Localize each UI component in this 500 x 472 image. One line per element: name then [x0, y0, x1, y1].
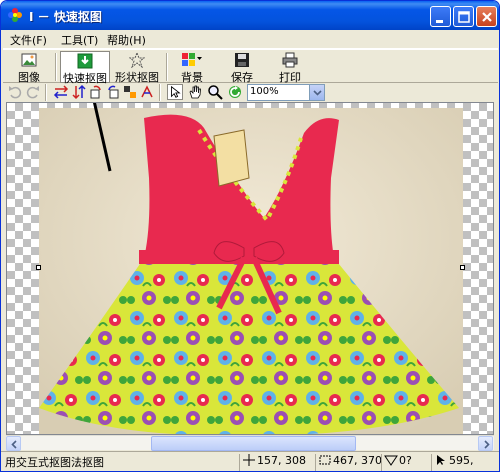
- crop-icon[interactable]: [122, 84, 138, 100]
- image-icon: [21, 53, 37, 67]
- app-window: I － 快速抠图 文件(F) 工具(T) 帮助(H) 图像 快速抠图 形状抠图 …: [0, 0, 500, 472]
- angle-icon: [384, 455, 398, 466]
- rotate-left-icon[interactable]: [88, 84, 104, 100]
- arrow-pointer-icon[interactable]: [167, 84, 183, 100]
- toolbar-separator: [159, 84, 161, 101]
- status-bar: 用交互式抠图法抠图 157, 308 467, 370 0? 595,: [1, 451, 499, 471]
- printer-icon: [282, 52, 298, 68]
- menu-file[interactable]: 文件(F): [10, 32, 47, 48]
- toolbar-separator: [55, 53, 57, 81]
- maximize-icon: [458, 11, 470, 23]
- status-extra-pane: 595,: [431, 454, 474, 471]
- menu-tools[interactable]: 工具(T): [61, 32, 98, 48]
- menu-bar: 文件(F) 工具(T) 帮助(H): [3, 30, 498, 49]
- close-icon: [482, 12, 492, 22]
- status-cursor: 157, 308: [257, 454, 306, 467]
- resize-handle[interactable]: [460, 265, 465, 270]
- scroll-left-button[interactable]: [6, 436, 21, 451]
- undo-icon[interactable]: [7, 84, 23, 100]
- flip-horizontal-icon[interactable]: [53, 84, 69, 100]
- menu-help[interactable]: 帮助(H): [107, 32, 146, 48]
- chevron-right-icon: [484, 440, 490, 449]
- secondary-toolbar: 100%: [3, 83, 498, 102]
- maximize-button[interactable]: [453, 6, 474, 27]
- chevron-left-icon: [11, 440, 17, 449]
- image-button[interactable]: 图像: [9, 51, 49, 84]
- size-icon: [319, 455, 331, 465]
- main-toolbar: 图像 快速抠图 形状抠图 背景 保存 打印: [3, 49, 498, 85]
- shape-cutout-button[interactable]: 形状抠图: [113, 51, 161, 84]
- brightness-icon[interactable]: [139, 84, 155, 100]
- status-angle-pane: 0?: [381, 454, 412, 471]
- floppy-disk-icon: [235, 53, 249, 67]
- minimize-button[interactable]: [430, 6, 451, 27]
- scroll-right-button[interactable]: [478, 436, 493, 451]
- shape-cutout-icon: [129, 52, 145, 68]
- close-button[interactable]: [476, 6, 497, 27]
- print-button[interactable]: 打印: [275, 51, 305, 84]
- minimize-icon: [436, 20, 443, 23]
- toolbar-separator: [45, 84, 47, 101]
- status-size-pane: 467, 370: [315, 454, 382, 471]
- hand-icon[interactable]: [187, 84, 203, 100]
- crosshair-icon: [243, 454, 255, 466]
- flower-app-icon[interactable]: [7, 7, 23, 23]
- redo-icon[interactable]: [25, 84, 41, 100]
- refresh-icon[interactable]: [227, 84, 243, 100]
- resize-handle[interactable]: [36, 265, 41, 270]
- status-size: 467, 370: [333, 454, 382, 467]
- background-button[interactable]: 背景: [175, 51, 209, 84]
- magnifier-icon[interactable]: [207, 84, 223, 100]
- zoom-value: 100%: [250, 86, 279, 97]
- status-extra: 595,: [449, 454, 474, 467]
- zoom-select[interactable]: 100%: [247, 84, 325, 101]
- cursor-icon: [437, 455, 445, 465]
- window-title: I － 快速抠图: [29, 10, 102, 24]
- status-cursor-pane: 157, 308: [239, 454, 306, 471]
- chevron-down-icon: [313, 90, 322, 96]
- scroll-thumb[interactable]: [151, 436, 356, 451]
- status-mode: 用交互式抠图法抠图: [5, 456, 104, 469]
- zoom-dropdown-button[interactable]: [309, 85, 324, 100]
- title-bar[interactable]: I － 快速抠图: [1, 1, 499, 30]
- status-angle: 0?: [399, 454, 412, 467]
- flip-vertical-icon[interactable]: [71, 84, 87, 100]
- quick-cutout-icon: [77, 53, 93, 69]
- toolbar-separator: [166, 53, 168, 81]
- rotate-right-icon[interactable]: [105, 84, 121, 100]
- save-button[interactable]: 保存: [227, 51, 257, 84]
- quick-cutout-button[interactable]: 快速抠图: [60, 51, 110, 85]
- annotation-arrow: [93, 103, 112, 172]
- background-icon: [182, 53, 202, 66]
- horizontal-scrollbar[interactable]: [6, 435, 494, 451]
- image-canvas[interactable]: [6, 102, 494, 435]
